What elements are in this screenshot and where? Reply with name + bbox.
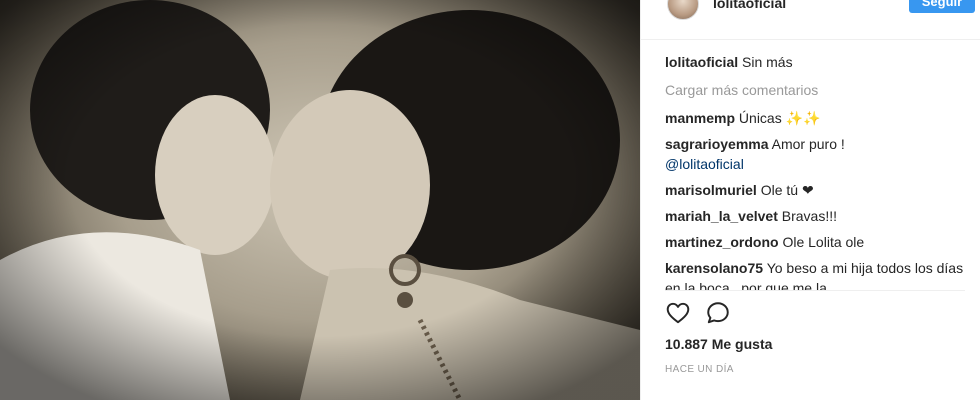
comment-text: Amor puro ! (771, 136, 845, 152)
comment-item: marisolmuriel Ole tú ❤ (665, 180, 975, 200)
comment-username[interactable]: martinez_ordono (665, 234, 779, 250)
comment-username[interactable]: manmemp (665, 110, 735, 126)
follow-button[interactable]: Seguir (909, 0, 975, 13)
comment-item: martinez_ordono Ole Lolita ole (665, 232, 975, 252)
header-username[interactable]: lolitaoficial (713, 0, 786, 11)
comment-username[interactable]: mariah_la_velvet (665, 208, 778, 224)
comment-item: karensolano75 Yo beso a mi hija todos lo… (665, 258, 975, 290)
comment-text: Ole Lolita ole (782, 234, 865, 250)
caption-username[interactable]: lolitaoficial (665, 54, 738, 70)
comment-item: mariah_la_velvet Bravas!!! (665, 206, 975, 226)
comment-text: Únicas ✨✨ (738, 110, 821, 126)
caption-text: Sin más (742, 54, 793, 70)
comment-item: sagrarioyemma Amor puro ! @lolitaoficial (665, 134, 975, 174)
comment-username[interactable]: karensolano75 (665, 260, 763, 276)
heart-icon[interactable] (665, 300, 695, 330)
photo-illustration (0, 0, 640, 400)
comment-username[interactable]: sagrarioyemma (665, 136, 769, 152)
comment-item: manmemp Únicas ✨✨ (665, 108, 975, 128)
post-sidebar: lolitaoficial Seguir lolitaoficial Sin m… (640, 0, 980, 400)
post-actions (665, 300, 785, 330)
comment-mention-link[interactable]: @lolitaoficial (665, 156, 744, 172)
comment-icon[interactable] (705, 300, 735, 330)
author-avatar[interactable] (667, 0, 699, 20)
post-photo (0, 0, 640, 400)
post-timestamp: HACE UN DÍA (665, 364, 734, 375)
comment-text: Ole tú ❤ (760, 182, 814, 198)
comments-list: lolitaoficial Sin más Cargar más comenta… (665, 52, 975, 290)
likes-count[interactable]: 10.887 Me gusta (665, 336, 772, 352)
caption: lolitaoficial Sin más (665, 52, 975, 72)
divider (665, 290, 965, 291)
post-header: lolitaoficial Seguir (641, 0, 980, 40)
load-more-comments-link[interactable]: Cargar más comentarios (665, 80, 975, 100)
comment-text: Bravas!!! (781, 208, 837, 224)
comment-username[interactable]: marisolmuriel (665, 182, 757, 198)
